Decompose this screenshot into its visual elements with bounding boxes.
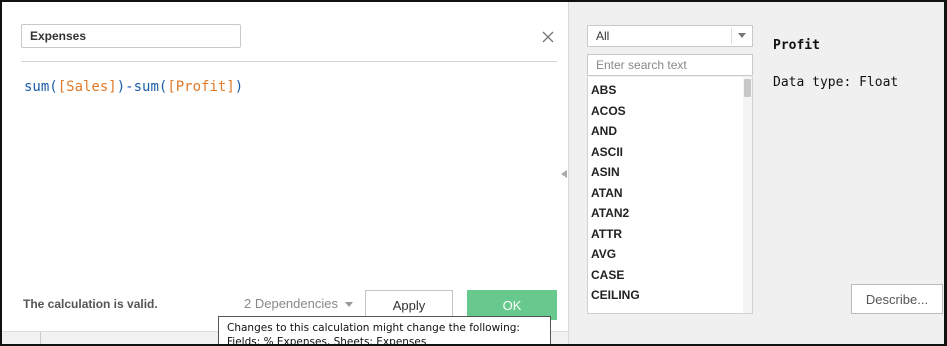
formula-field-profit: [Profit]	[167, 79, 235, 95]
describe-button[interactable]: Describe...	[851, 284, 943, 314]
chevron-down-icon	[738, 33, 746, 38]
function-list-item[interactable]: AVG	[591, 244, 752, 265]
validation-status: The calculation is valid.	[23, 297, 158, 311]
formula-end: )	[234, 79, 244, 95]
dependencies-tooltip: Changes to this calculation might change…	[218, 316, 551, 346]
function-list-item[interactable]: CASE	[591, 265, 752, 286]
formula-text[interactable]: sum([Sales])-sum([Profit])	[24, 79, 243, 95]
editor-divider	[21, 61, 557, 62]
dependencies-label: 2 Dependencies	[244, 296, 338, 311]
chevron-down-icon	[344, 301, 353, 307]
tooltip-line-1: Changes to this calculation might change…	[227, 322, 520, 334]
function-list-item[interactable]: ASIN	[591, 162, 752, 183]
close-icon[interactable]	[540, 29, 556, 45]
function-list-item[interactable]: ABS	[591, 80, 752, 101]
detail-data-type: Data type: Float	[773, 75, 899, 90]
calculation-editor	[10, 9, 568, 331]
dependencies-dropdown[interactable]: 2 Dependencies	[244, 296, 353, 311]
function-category-value: All	[596, 29, 610, 43]
collapse-arrow-icon[interactable]	[560, 170, 568, 178]
function-list-item[interactable]: ASCII	[591, 142, 752, 163]
formula-fn1: sum(	[24, 79, 58, 95]
function-list-item[interactable]: ATAN	[591, 183, 752, 204]
function-list-item[interactable]: ACOS	[591, 101, 752, 122]
function-list-item[interactable]: CEILING	[591, 285, 752, 306]
function-list-scrollbar[interactable]	[743, 77, 752, 313]
function-list-item[interactable]: ATAN2	[591, 203, 752, 224]
formula-field-sales: [Sales]	[57, 79, 117, 95]
function-list-item[interactable]: ATTR	[591, 224, 752, 245]
function-list: ABS ACOS AND ASCII ASIN ATAN ATAN2 ATTR AVG CASE C…	[587, 77, 753, 314]
function-list-item[interactable]: AND	[591, 121, 752, 142]
calculation-dialog: sum([Sales])-sum([Profit]) The calculati…	[0, 0, 947, 346]
calculation-name-input[interactable]	[21, 24, 241, 48]
tooltip-line-2: Fields: % Expenses, Sheets: Expenses	[227, 336, 427, 346]
formula-mid: )-sum(	[116, 79, 168, 95]
function-search-input[interactable]	[587, 54, 753, 76]
detail-title: Profit	[773, 38, 820, 53]
function-category-select[interactable]: All	[587, 25, 753, 47]
